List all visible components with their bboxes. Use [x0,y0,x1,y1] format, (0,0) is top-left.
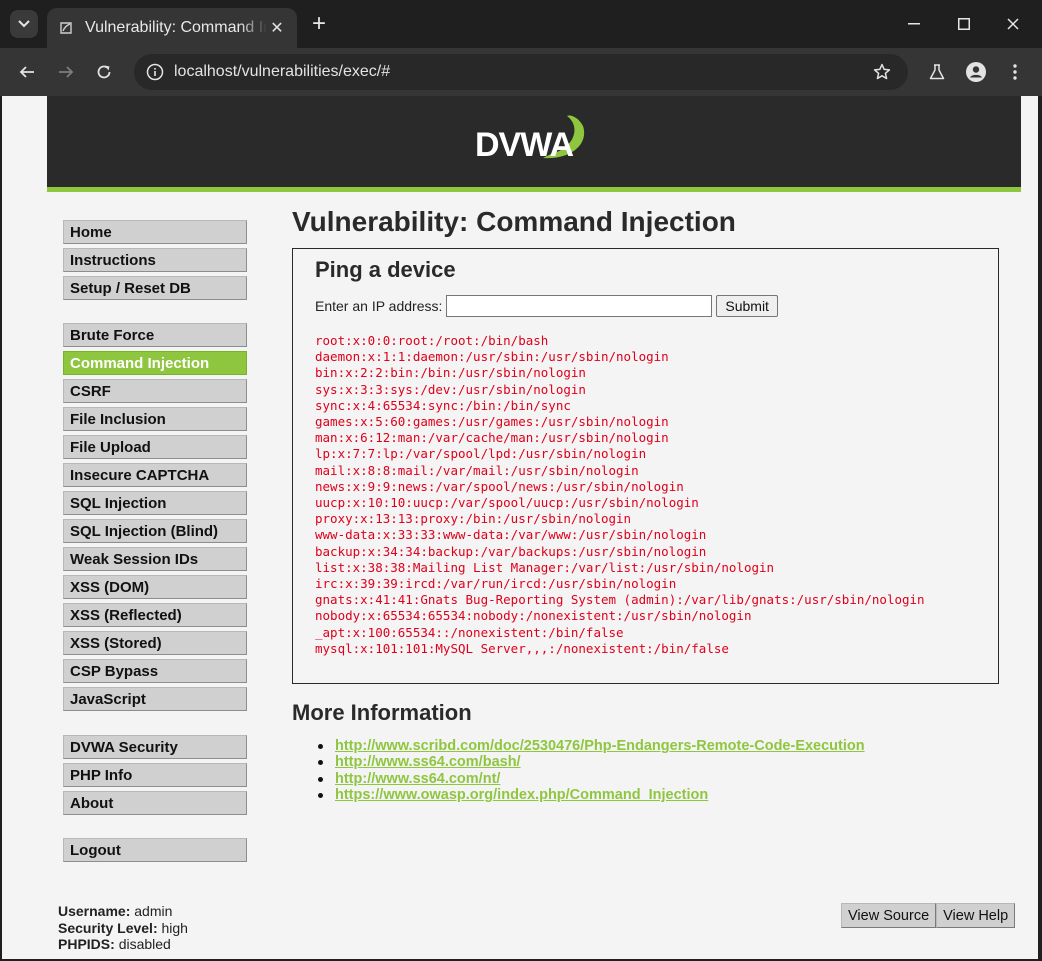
output-line: sync:x:4:65534:sync:/bin:/bin/sync [315,397,571,413]
menu-item-home[interactable]: Home [63,220,247,244]
menu-item-csp-bypass[interactable]: CSP Bypass [63,659,247,683]
view-help-button[interactable]: View Help [936,903,1016,928]
menu-item-about[interactable]: About [63,791,247,815]
menu-item-insecure-captcha[interactable]: Insecure CAPTCHA [63,463,247,487]
output-line: nobody:x:65534:65534:nobody:/nonexistent… [315,608,752,624]
dvwa-wrapper: DVWA Home Instructions Setup / Reset DB Bru… [47,96,1021,959]
close-icon[interactable]: ✕ [267,18,287,38]
dvwa-header: DVWA [47,96,1021,192]
site-info-icon[interactable] [144,61,166,83]
new-tab-button[interactable]: + [306,12,332,38]
more-info-heading: More Information [292,700,472,725]
output-line: uucp:x:10:10:uucp:/var/spool/uucp:/usr/s… [315,495,699,511]
minimize-icon[interactable] [899,10,929,38]
tab-title: Vulnerability: Command Injection :: Damn… [85,19,267,36]
output-line: man:x:6:12:man:/var/cache/man:/usr/sbin/… [315,430,669,446]
link-list-item: http://www.ss64.com/bash/ [318,754,865,770]
bookmark-star-icon[interactable] [870,60,894,84]
output-line: mail:x:8:8:mail:/var/mail:/usr/sbin/nolo… [315,462,639,478]
close-window-icon[interactable] [998,10,1028,38]
phpids-row: PHPIDS: disabled [58,936,171,952]
menu-item-php-info[interactable]: PHP Info [63,763,247,787]
menu-item-dvwa-security[interactable]: DVWA Security [63,735,247,759]
external-link[interactable]: https://www.owasp.org/index.php/Command_… [335,787,708,803]
view-source-button[interactable]: View Source [841,903,937,928]
profile-icon[interactable] [964,60,988,84]
menu-item-sql-injection[interactable]: SQL Injection [63,491,247,515]
username-value: admin [134,903,173,919]
browser-toolbar: localhost/vulnerabilities/exec/# [0,48,1042,96]
security-level-value: high [161,919,188,936]
output-line: www-data:x:33:33:www-data:/var/www:/usr/… [315,527,707,543]
output-line: news:x:9:9:news:/var/spool/news:/usr/sbi… [315,478,684,494]
forward-icon[interactable] [52,58,80,86]
link-list-item: http://www.scribd.com/doc/2530476/Php-En… [318,738,865,754]
output-line: proxy:x:13:13:proxy:/bin:/usr/sbin/nolog… [315,511,632,527]
menu-item-setup-reset-db[interactable]: Setup / Reset DB [63,276,247,300]
ip-label: Enter an IP address: [315,298,443,314]
submit-button[interactable]: Submit [716,295,778,317]
maximize-icon[interactable] [949,10,979,38]
output-line: mysql:x:101:101:MySQL Server,,,:/nonexis… [315,640,729,656]
link-list-item: http://www.ss64.com/nt/ [318,771,865,787]
browser-tab[interactable]: Vulnerability: Command Injection :: Damn… [47,8,297,48]
output-line: backup:x:34:34:backup:/var/backups:/usr/… [315,543,707,559]
security-level-row: Security Level: high [58,919,188,936]
browser-tab-bar: Vulnerability: Command Injection :: Damn… [0,0,1042,48]
output-line: gnats:x:41:41:Gnats Bug-Reporting System… [315,592,925,608]
command-output: root:x:0:0:root:/root:/bin/bash daemon:x:… [315,333,925,657]
chevron-down-icon[interactable] [10,10,38,38]
user-info: Username: admin Security Level: high PHP… [58,903,188,953]
ip-address-input[interactable] [446,295,713,317]
menu-item-csrf[interactable]: CSRF [63,379,247,403]
output-line: root:x:0:0:root:/root:/bin/bash [315,333,549,348]
url-text[interactable]: localhost/vulnerabilities/exec/# [174,63,870,81]
menu-item-xss-dom[interactable]: XSS (DOM) [63,575,247,599]
menu-item-command-injection[interactable]: Command Injection [63,351,247,375]
menu-item-file-upload[interactable]: File Upload [63,435,247,459]
source-help-buttons: View Source View Help [841,903,1016,928]
menu-item-logout[interactable]: Logout [63,838,247,862]
page-title: Vulnerability: Command Injection [292,206,736,237]
svg-text:DVWA: DVWA [475,126,573,164]
output-line: lp:x:7:7:lp:/var/spool/lpd:/usr/sbin/nol… [315,446,647,462]
output-line: list:x:38:38:Mailing List Manager:/var/l… [315,559,775,575]
more-info-links: http://www.scribd.com/doc/2530476/Php-En… [318,738,865,804]
menu-item-instructions[interactable]: Instructions [63,248,247,272]
menu-item-file-inclusion[interactable]: File Inclusion [63,407,247,431]
external-link[interactable]: http://www.scribd.com/doc/2530476/Php-En… [335,738,865,754]
output-line: sys:x:3:3:sys:/dev:/usr/sbin/nologin [315,381,586,397]
ip-form: Enter an IP address: Submit [315,295,778,317]
box-title: Ping a device [315,257,456,282]
link-list-item: https://www.owasp.org/index.php/Command_… [318,787,865,803]
page-viewport: DVWA Home Instructions Setup / Reset DB Bru… [2,96,1038,959]
output-line: irc:x:39:39:ircd:/var/run/ircd:/usr/sbin… [315,576,677,592]
output-line: daemon:x:1:1:daemon:/usr/sbin:/usr/sbin/… [315,349,669,365]
output-line: _apt:x:100:65534::/nonexistent:/bin/fals… [315,624,624,640]
labs-flask-icon[interactable] [925,60,949,84]
back-icon[interactable] [13,58,41,86]
menu-item-xss-reflected[interactable]: XSS (Reflected) [63,603,247,627]
menu-item-brute-force[interactable]: Brute Force [63,323,247,347]
phpids-value: disabled [118,936,171,952]
favicon-icon [57,19,75,37]
external-link[interactable]: http://www.ss64.com/nt/ [335,771,500,787]
address-bar[interactable]: localhost/vulnerabilities/exec/# [134,54,908,90]
menu-item-xss-stored[interactable]: XSS (Stored) [63,631,247,655]
output-line: bin:x:2:2:bin:/bin:/usr/sbin/nologin [315,365,586,381]
dvwa-logo: DVWA [471,104,601,176]
menu-item-sql-injection-blind[interactable]: SQL Injection (Blind) [63,519,247,543]
more-vert-icon[interactable] [1003,60,1027,84]
reload-icon[interactable] [90,58,118,86]
vulnerable-code-area: Ping a device Enter an IP address: Submi… [292,248,999,684]
menu-item-javascript[interactable]: JavaScript [63,687,247,711]
output-line: games:x:5:60:games:/usr/games:/usr/sbin/… [315,414,669,430]
external-link[interactable]: http://www.ss64.com/bash/ [335,754,521,770]
menu-item-weak-session-ids[interactable]: Weak Session IDs [63,547,247,571]
username-row: Username: admin [58,903,173,919]
